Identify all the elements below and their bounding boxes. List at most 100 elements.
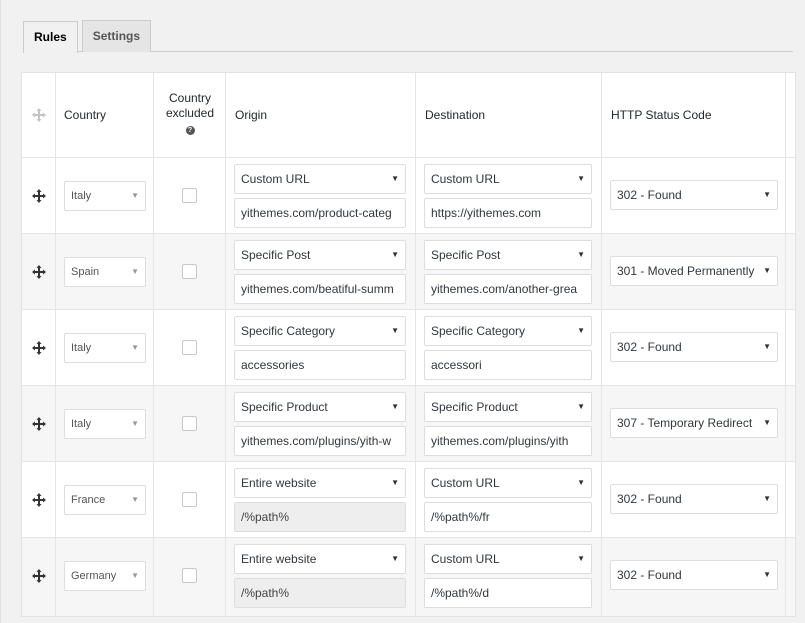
country-select[interactable]: France ▼ [64, 485, 146, 515]
destination-value-input[interactable]: accessori [424, 350, 592, 380]
chevron-down-icon: ▼ [577, 250, 585, 259]
table-row: Germany ▼ Entire website ▼ /%path% Custom … [22, 538, 795, 616]
destination-type-value: Custom URL [431, 172, 500, 186]
destination-type-value: Custom URL [431, 476, 500, 490]
destination-value-input[interactable]: /%path%/fr [424, 502, 592, 532]
table-row: Italy ▼ Specific Product ▼ yithemes.com/pl… [22, 386, 795, 462]
chevron-down-icon: ▼ [577, 326, 585, 335]
http-status-select[interactable]: 302 - Found ▼ [610, 180, 778, 210]
chevron-down-icon: ▼ [131, 343, 139, 352]
chevron-down-icon: ▼ [763, 342, 771, 351]
chevron-down-icon: ▼ [391, 174, 399, 183]
chevron-down-icon: ▼ [763, 570, 771, 579]
move-icon[interactable] [32, 417, 46, 431]
chevron-down-icon: ▼ [577, 402, 585, 411]
origin-type-select[interactable]: Entire website ▼ [234, 468, 406, 498]
origin-type-value: Custom URL [241, 172, 310, 186]
country-excluded-checkbox[interactable] [182, 188, 197, 203]
chevron-down-icon: ▼ [577, 554, 585, 563]
chevron-down-icon: ▼ [131, 267, 139, 276]
http-status-select[interactable]: 302 - Found ▼ [610, 484, 778, 514]
destination-value-input[interactable]: yithemes.com/plugins/yith [424, 426, 592, 456]
origin-type-value: Specific Category [241, 324, 336, 338]
chevron-down-icon: ▼ [391, 250, 399, 259]
table-header: Country Country excluded ? Origin Destin… [22, 73, 795, 158]
country-value: Germany [71, 570, 117, 582]
origin-type-select[interactable]: Entire website ▼ [234, 544, 406, 574]
origin-value-input[interactable]: yithemes.com/product-categ [234, 198, 406, 228]
chevron-down-icon: ▼ [763, 266, 771, 275]
destination-value-input[interactable]: yithemes.com/another-grea [424, 274, 592, 304]
column-header-destination: Destination [425, 108, 486, 122]
http-status-value: 301 - Moved Permanently [617, 264, 755, 278]
origin-type-select[interactable]: Specific Category ▼ [234, 316, 406, 346]
destination-type-select[interactable]: Custom URL ▼ [424, 164, 592, 194]
http-status-select[interactable]: 307 - Temporary Redirect ▼ [610, 408, 778, 438]
move-icon [32, 108, 46, 122]
origin-value-input[interactable]: yithemes.com/plugins/yith-w [234, 426, 406, 456]
move-icon[interactable] [32, 265, 46, 279]
header-country-cell: Country [56, 73, 154, 157]
origin-type-select[interactable]: Specific Post ▼ [234, 240, 406, 270]
http-status-value: 302 - Found [617, 340, 682, 354]
table-row: Italy ▼ Custom URL ▼ yithemes.com/product-… [22, 158, 795, 234]
origin-type-value: Entire website [241, 476, 317, 490]
origin-type-select[interactable]: Specific Product ▼ [234, 392, 406, 422]
country-select[interactable]: Italy ▼ [64, 333, 146, 363]
country-excluded-checkbox[interactable] [182, 340, 197, 355]
country-select[interactable]: Italy ▼ [64, 181, 146, 211]
destination-type-select[interactable]: Custom URL ▼ [424, 468, 592, 498]
help-icon[interactable]: ? [185, 126, 195, 135]
move-icon[interactable] [32, 569, 46, 583]
destination-value-input[interactable]: https://yithemes.com [424, 198, 592, 228]
country-value: Italy [71, 418, 92, 430]
chevron-down-icon: ▼ [391, 554, 399, 563]
chevron-down-icon: ▼ [131, 419, 139, 428]
header-destination-cell: Destination [416, 73, 602, 157]
country-value: Spain [71, 266, 100, 278]
chevron-down-icon: ▼ [577, 174, 585, 183]
http-status-value: 302 - Found [617, 188, 682, 202]
origin-value-input[interactable]: yithemes.com/beatiful-summ [234, 274, 406, 304]
chevron-down-icon: ▼ [763, 190, 771, 199]
http-status-select[interactable]: 301 - Moved Permanently ▼ [610, 256, 778, 286]
column-header-origin: Origin [235, 108, 268, 122]
destination-type-select[interactable]: Specific Post ▼ [424, 240, 592, 270]
country-select[interactable]: Germany ▼ [64, 561, 146, 591]
origin-value-input: /%path% [234, 502, 406, 532]
origin-value-input[interactable]: accessories [234, 350, 406, 380]
destination-type-select[interactable]: Specific Product ▼ [424, 392, 592, 422]
http-status-value: 302 - Found [617, 492, 682, 506]
country-excluded-checkbox[interactable] [182, 568, 197, 583]
chevron-down-icon: ▼ [131, 495, 139, 504]
http-status-select[interactable]: 302 - Found ▼ [610, 332, 778, 362]
chevron-down-icon: ▼ [763, 418, 771, 427]
country-select[interactable]: Spain ▼ [64, 257, 146, 287]
move-icon[interactable] [32, 341, 46, 355]
http-status-select[interactable]: 302 - Found ▼ [610, 560, 778, 590]
country-excluded-checkbox[interactable] [182, 416, 197, 431]
chevron-down-icon: ▼ [131, 571, 139, 580]
origin-type-value: Specific Post [241, 248, 311, 262]
country-excluded-checkbox[interactable] [182, 264, 197, 279]
country-value: Italy [71, 190, 92, 202]
move-icon[interactable] [32, 189, 46, 203]
origin-type-select[interactable]: Custom URL ▼ [234, 164, 406, 194]
destination-type-select[interactable]: Specific Category ▼ [424, 316, 592, 346]
country-value: Italy [71, 342, 92, 354]
country-select[interactable]: Italy ▼ [64, 409, 146, 439]
country-excluded-checkbox[interactable] [182, 492, 197, 507]
table-row: Italy ▼ Specific Category ▼ accessories Sp… [22, 310, 795, 386]
tab-settings[interactable]: Settings [81, 20, 152, 52]
column-header-country-excluded: Country excluded ? [154, 91, 226, 136]
origin-type-value: Specific Product [241, 400, 328, 414]
header-origin-cell: Origin [226, 73, 416, 157]
move-icon[interactable] [32, 493, 46, 507]
destination-type-select[interactable]: Custom URL ▼ [424, 544, 592, 574]
header-excluded-cell: Country excluded ? [154, 73, 226, 157]
http-status-value: 307 - Temporary Redirect [617, 416, 753, 430]
chevron-down-icon: ▼ [577, 478, 585, 487]
tab-rules[interactable]: Rules [23, 21, 78, 53]
chevron-down-icon: ▼ [391, 326, 399, 335]
destination-value-input[interactable]: /%path%/d [424, 578, 592, 608]
